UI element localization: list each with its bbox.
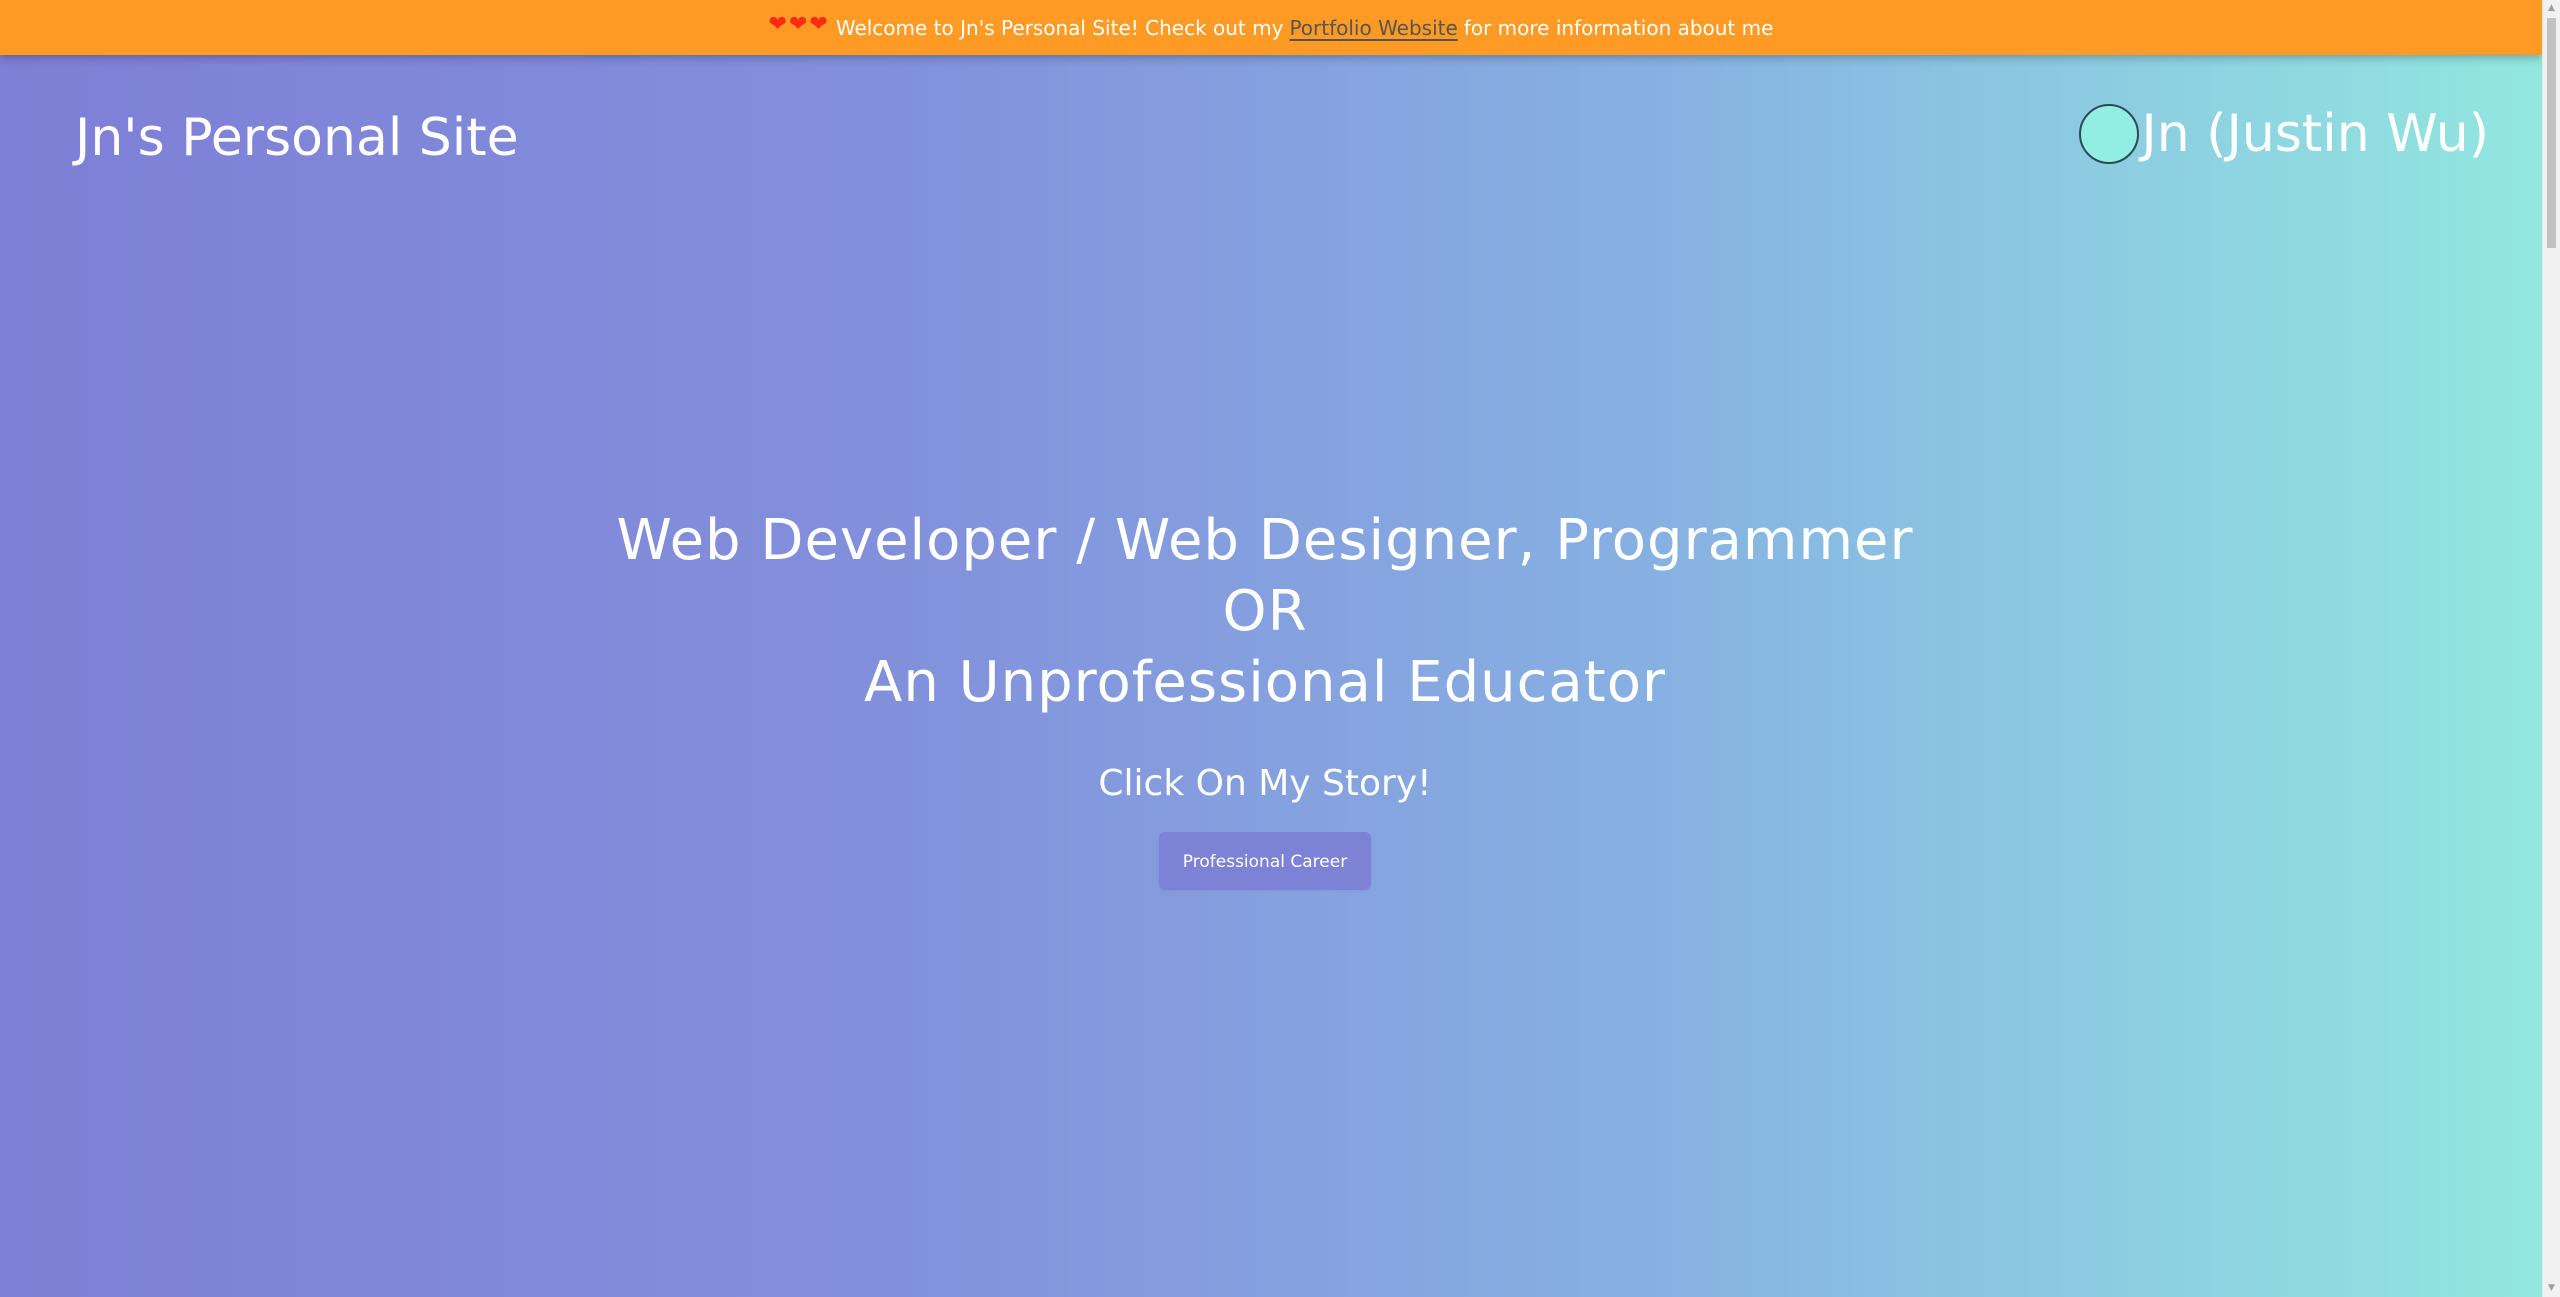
portfolio-website-link[interactable]: Portfolio Website — [1289, 16, 1457, 40]
hero-headline-line1: Web Developer / Web Designer, Programmer — [616, 508, 1914, 573]
heart-icon: ❤ — [809, 11, 828, 37]
scroll-down-arrow-icon[interactable]: ▼ — [2543, 1280, 2560, 1297]
hero-section: Web Developer / Web Designer, Programmer… — [0, 505, 2530, 890]
heart-icon: ❤ — [768, 11, 787, 37]
hero-subtitle: Click On My Story! — [1098, 763, 1432, 804]
heart-icon: ❤ — [788, 11, 808, 37]
banner-text-before: Welcome to Jn's Personal Site! Check out… — [835, 15, 1284, 40]
hero-headline-line3: An Unprofessional Educator — [864, 650, 1666, 715]
scroll-up-arrow-icon[interactable]: ▲ — [2543, 0, 2560, 17]
page: ❤ ❤ ❤ Welcome to Jn's Personal Site! Che… — [0, 0, 2542, 1297]
banner-text-after: for more information about me — [1463, 15, 1774, 40]
hero-headline-line2: OR — [1222, 579, 1308, 644]
professional-career-button[interactable]: Professional Career — [1159, 832, 1371, 890]
user-profile-link[interactable]: Jn (Justin Wu) — [2079, 104, 2489, 164]
welcome-banner: ❤ ❤ ❤ Welcome to Jn's Personal Site! Che… — [0, 0, 2542, 55]
scrollbar-thumb[interactable] — [2547, 18, 2556, 248]
user-name[interactable]: Jn (Justin Wu) — [2141, 104, 2489, 164]
vertical-scrollbar[interactable]: ▲ ▼ — [2542, 0, 2560, 1297]
site-title[interactable]: Jn's Personal Site — [75, 108, 519, 168]
avatar[interactable] — [2079, 104, 2140, 164]
hearts-group: ❤ ❤ ❤ — [768, 11, 828, 37]
